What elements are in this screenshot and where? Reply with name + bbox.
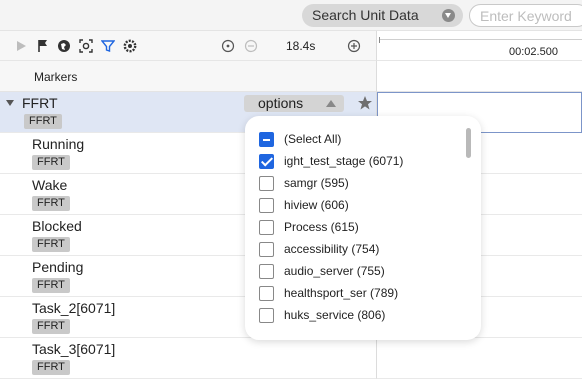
process-filter-dropdown: (Select All) ight_test_stage (6071) samg… — [245, 116, 481, 340]
process-tag: FFRT — [24, 114, 62, 129]
duration-label: 18.4s — [286, 39, 316, 53]
timeline-ruler[interactable]: 00:02.500 — [377, 31, 582, 61]
checkbox[interactable] — [259, 242, 274, 257]
flag-icon[interactable] — [36, 39, 50, 53]
capture-icon[interactable] — [79, 39, 93, 53]
markers-row: Markers — [0, 61, 377, 92]
chevron-down-icon — [442, 9, 455, 22]
caret-up-icon — [326, 100, 336, 107]
option-label: healthsport_ser (789) — [284, 286, 399, 300]
thread-name: Running — [32, 136, 85, 152]
thread-name: Task_3[6071] — [32, 341, 116, 357]
checkbox[interactable] — [259, 132, 274, 147]
process-option[interactable]: healthsport_ser (789) — [259, 285, 459, 303]
process-name: FFRT — [22, 95, 58, 111]
checkbox[interactable] — [259, 264, 274, 279]
thread-row[interactable]: Task_3[6071] FFRT — [0, 338, 377, 379]
clock-icon[interactable] — [221, 39, 235, 53]
zoom-in-icon[interactable] — [347, 39, 361, 53]
process-option[interactable]: Process (615) — [259, 219, 459, 237]
ruler-tick — [379, 37, 380, 43]
process-option[interactable]: hiview (606) — [259, 197, 459, 215]
dropdown-scrollbar[interactable] — [466, 128, 471, 158]
search-scope-label: Search Unit Data — [312, 7, 419, 23]
options-button[interactable]: options — [244, 95, 344, 112]
globe-icon[interactable] — [57, 39, 71, 53]
filter-icon[interactable] — [101, 39, 115, 53]
thread-tag: FFRT — [32, 196, 70, 211]
markers-label: Markers — [34, 70, 78, 84]
process-option[interactable]: audio_server (755) — [259, 263, 459, 281]
options-label: options — [258, 95, 304, 111]
thread-name: Task_2[6071] — [32, 300, 116, 316]
markers-track[interactable] — [377, 61, 582, 92]
search-bar: Search Unit Data — [0, 0, 582, 31]
thread-track[interactable] — [377, 338, 582, 379]
thread-tag: FFRT — [32, 155, 70, 170]
zoom-out-icon[interactable] — [244, 39, 258, 53]
checkbox[interactable] — [259, 220, 274, 235]
option-label: Process (615) — [284, 220, 359, 234]
checkbox[interactable] — [259, 308, 274, 323]
keyword-input[interactable] — [469, 4, 582, 27]
option-label: hiview (606) — [284, 198, 349, 212]
select-all-option[interactable]: (Select All) — [259, 131, 459, 149]
checkbox[interactable] — [259, 198, 274, 213]
option-label: ight_test_stage (6071) — [284, 154, 404, 168]
thread-tag: FFRT — [32, 360, 70, 375]
process-option[interactable]: ight_test_stage (6071) — [259, 153, 459, 171]
option-label: accessibility (754) — [284, 242, 380, 256]
search-scope-select[interactable]: Search Unit Data — [302, 4, 463, 27]
thread-name: Blocked — [32, 218, 82, 234]
thread-tag: FFRT — [32, 319, 70, 334]
thread-tag: FFRT — [32, 237, 70, 252]
process-option[interactable]: accessibility (754) — [259, 241, 459, 259]
checkbox[interactable] — [259, 286, 274, 301]
app-root: Search Unit Data 18.4s 00:02.500 Markers… — [0, 0, 582, 381]
star-icon[interactable] — [357, 95, 373, 111]
toolbar: 18.4s — [0, 31, 377, 61]
process-option[interactable]: samgr (595) — [259, 175, 459, 193]
thread-tag: FFRT — [32, 278, 70, 293]
option-label: (Select All) — [284, 132, 342, 146]
thread-name: Wake — [32, 177, 68, 193]
ruler-timestamp: 00:02.500 — [509, 46, 558, 58]
checkbox[interactable] — [259, 176, 274, 191]
expand-arrow-icon[interactable] — [6, 100, 14, 106]
ruler-line — [379, 39, 582, 40]
checkbox[interactable] — [259, 154, 274, 169]
settings-icon[interactable] — [123, 39, 137, 53]
option-label: samgr (595) — [284, 176, 349, 190]
process-option[interactable]: huks_service (806) — [259, 307, 459, 325]
play-icon[interactable] — [14, 39, 28, 53]
thread-name: Pending — [32, 259, 84, 275]
option-label: audio_server (755) — [284, 264, 385, 278]
option-label: huks_service (806) — [284, 308, 386, 322]
